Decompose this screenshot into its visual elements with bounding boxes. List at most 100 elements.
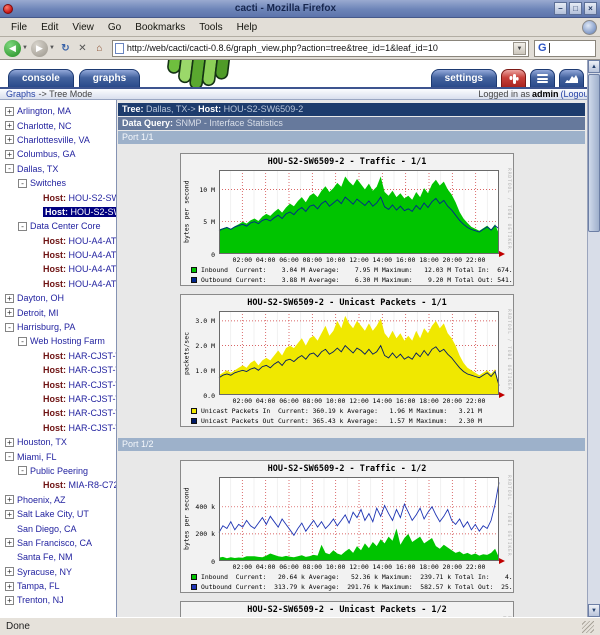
tree-host-link[interactable]: Host: HAR-CJST-WWW4 bbox=[43, 408, 116, 418]
tree-collapse-icon[interactable]: - bbox=[18, 221, 27, 231]
minimize-button[interactable]: – bbox=[554, 2, 567, 15]
tree-branch-link[interactable]: Charlottesville, VA bbox=[17, 135, 90, 145]
tree-host-link[interactable]: Host: HAR-CJST-WWW1 bbox=[43, 365, 116, 375]
tree-host-link[interactable]: Host: HOU-A4-ATM-2 bbox=[43, 250, 116, 260]
tree-branch-link[interactable]: Web Hosting Farm bbox=[30, 336, 105, 346]
tree-expand-icon[interactable]: + bbox=[5, 308, 14, 318]
tree-collapse-icon[interactable]: - bbox=[5, 322, 14, 332]
tree-host-link[interactable]: Host: HOU-A4-ATM-4 bbox=[43, 279, 116, 289]
tree-item: Host: HOU-S2-SW3548-1 bbox=[0, 190, 116, 204]
url-input[interactable]: http://web/cacti/cacti-0.8.6/graph_view.… bbox=[127, 43, 513, 53]
forward-button[interactable]: ▶ bbox=[30, 39, 48, 57]
tree-expand-icon[interactable]: + bbox=[5, 595, 14, 605]
search-input[interactable]: G bbox=[534, 39, 596, 57]
reload-button[interactable]: ↻ bbox=[58, 41, 73, 56]
tree-branch-link[interactable]: Santa Fe, NM bbox=[17, 552, 73, 562]
graph-panel[interactable]: HOU-S2-SW6509-2 - Traffic - 1/1 RRDTOOL /… bbox=[180, 153, 514, 286]
tree-expand-icon[interactable]: + bbox=[5, 135, 14, 145]
tree-host-link[interactable]: Host: HOU-A4-ATM-3 bbox=[43, 264, 116, 274]
tree-branch-link[interactable]: Trenton, NJ bbox=[17, 595, 64, 605]
view-list-button[interactable] bbox=[530, 69, 555, 87]
page-scrollbar[interactable]: ▲ ▼ bbox=[587, 60, 600, 617]
tree-collapse-icon[interactable]: - bbox=[5, 164, 14, 174]
tree-host-link[interactable]: Host: HAR-CJST-WWW0 bbox=[43, 351, 116, 361]
scroll-down-button[interactable]: ▼ bbox=[588, 604, 600, 617]
url-dropdown[interactable]: ▼ bbox=[513, 41, 526, 55]
tree-branch-link[interactable]: Columbus, GA bbox=[17, 149, 76, 159]
menu-go[interactable]: Go bbox=[101, 20, 128, 35]
tree-expand-icon[interactable]: + bbox=[5, 495, 14, 505]
tab-graphs[interactable]: graphs bbox=[78, 69, 141, 87]
view-tree-button[interactable] bbox=[501, 69, 526, 87]
tree-branch-link[interactable]: Data Center Core bbox=[30, 221, 101, 231]
forward-dropdown[interactable]: ▼ bbox=[49, 45, 55, 51]
tree-branch-link[interactable]: Dallas, TX bbox=[17, 164, 58, 174]
tree-collapse-icon[interactable]: - bbox=[18, 336, 27, 346]
maximize-button[interactable]: □ bbox=[569, 2, 582, 15]
tree-host-link[interactable]: Host: HAR-CJST-WWW5 bbox=[43, 423, 116, 433]
tree-expand-icon[interactable]: + bbox=[5, 567, 14, 577]
tree-branch-link[interactable]: Tampa, FL bbox=[17, 581, 60, 591]
menu-view[interactable]: View bbox=[65, 20, 101, 35]
tree-branch-link[interactable]: San Francisco, CA bbox=[17, 538, 92, 548]
back-button[interactable]: ◀ bbox=[4, 39, 21, 57]
resize-grip[interactable] bbox=[582, 620, 594, 633]
tree-host-link-selected[interactable]: Host: HOU-S2-SW6509-2 bbox=[43, 206, 116, 217]
tree-host-link[interactable]: Host: HAR-CJST-WWW2 bbox=[43, 380, 116, 390]
browser-window: cacti - Mozilla Firefox – □ × File Edit … bbox=[0, 0, 600, 635]
home-button[interactable]: ⌂ bbox=[92, 41, 107, 56]
tree-collapse-icon[interactable]: - bbox=[18, 178, 27, 188]
breadcrumb-graphs-link[interactable]: Graphs bbox=[6, 89, 36, 99]
tree-branch-link[interactable]: Arlington, MA bbox=[17, 106, 71, 116]
tree-collapse-icon[interactable]: - bbox=[18, 466, 27, 476]
tree-expand-icon[interactable]: + bbox=[5, 106, 14, 116]
tree-expand-icon[interactable]: + bbox=[5, 149, 14, 159]
window-icon bbox=[3, 3, 13, 14]
host-name: HOU-A4-ATM-1 bbox=[68, 235, 117, 246]
tree-host-link[interactable]: Host: HOU-A4-ATM-1 bbox=[43, 235, 117, 246]
tree-collapse-icon[interactable]: - bbox=[5, 452, 14, 462]
tree-branch-link[interactable]: Harrisburg, PA bbox=[17, 322, 75, 332]
tree-expand-icon[interactable]: + bbox=[5, 437, 14, 447]
tree-branch-link[interactable]: Dayton, OH bbox=[17, 293, 64, 303]
menu-bookmarks[interactable]: Bookmarks bbox=[128, 20, 192, 35]
view-preview-button[interactable] bbox=[559, 69, 584, 87]
close-button[interactable]: × bbox=[584, 2, 597, 15]
graph-panel[interactable]: HOU-S2-SW6509-2 - Unicast Packets - 1/2 R… bbox=[180, 601, 514, 617]
tree-expand-icon[interactable]: + bbox=[5, 538, 14, 548]
tab-settings[interactable]: settings bbox=[430, 69, 497, 87]
tree-branch-link[interactable]: Salt Lake City, UT bbox=[17, 509, 89, 519]
scroll-up-button[interactable]: ▲ bbox=[588, 60, 600, 73]
tree-expand-icon[interactable]: + bbox=[5, 121, 14, 131]
back-dropdown[interactable]: ▼ bbox=[22, 45, 28, 51]
menu-help[interactable]: Help bbox=[230, 20, 265, 35]
tree-host-link[interactable]: Host: HAR-CJST-WWW3 bbox=[43, 394, 116, 404]
tree-branch-link[interactable]: Phoenix, AZ bbox=[17, 495, 66, 505]
tab-console[interactable]: console bbox=[8, 69, 74, 87]
scrollbar-thumb[interactable] bbox=[588, 74, 600, 232]
tree-branch-link[interactable]: Detroit, MI bbox=[17, 308, 59, 318]
tree-item: Host: HOU-S2-SW6509-2 bbox=[0, 205, 116, 219]
graph-panel[interactable]: HOU-S2-SW6509-2 - Traffic - 1/2 RRDTOOL /… bbox=[180, 460, 514, 593]
tree-branch-link[interactable]: Public Peering bbox=[30, 466, 88, 476]
stop-button[interactable]: ✕ bbox=[75, 41, 90, 56]
tree-expand-icon[interactable]: + bbox=[5, 293, 14, 303]
menu-file[interactable]: File bbox=[4, 20, 34, 35]
url-bar[interactable]: http://web/cacti/cacti-0.8.6/graph_view.… bbox=[111, 39, 529, 57]
tree-branch-link[interactable]: San Diego, CA bbox=[17, 524, 77, 534]
tree-host-link[interactable]: Host: HOU-S2-SW3548-1 bbox=[43, 193, 116, 203]
tree-branch-link[interactable]: Charlotte, NC bbox=[17, 121, 72, 131]
tree-expand-icon[interactable]: + bbox=[5, 509, 14, 519]
tree-branch-link[interactable]: Syracuse, NY bbox=[17, 567, 72, 577]
tree-host-link[interactable]: Host: MIA-R8-C7230-3 bbox=[43, 480, 116, 490]
tree-branch-link[interactable]: Miami, FL bbox=[17, 452, 57, 462]
tree-expand-icon[interactable]: + bbox=[5, 581, 14, 591]
menu-tools[interactable]: Tools bbox=[192, 20, 229, 35]
graph-panel[interactable]: HOU-S2-SW6509-2 - Unicast Packets - 1/1 R… bbox=[180, 294, 514, 427]
legend-text: Inbound Current: 3.04 M Average: 7.95 M … bbox=[201, 266, 514, 274]
tree-item: + Salt Lake City, UT bbox=[0, 507, 116, 521]
tree-branch-link[interactable]: Houston, TX bbox=[17, 437, 67, 447]
menu-edit[interactable]: Edit bbox=[34, 20, 65, 35]
legend-swatch bbox=[191, 574, 197, 580]
tree-branch-link[interactable]: Switches bbox=[30, 178, 66, 188]
